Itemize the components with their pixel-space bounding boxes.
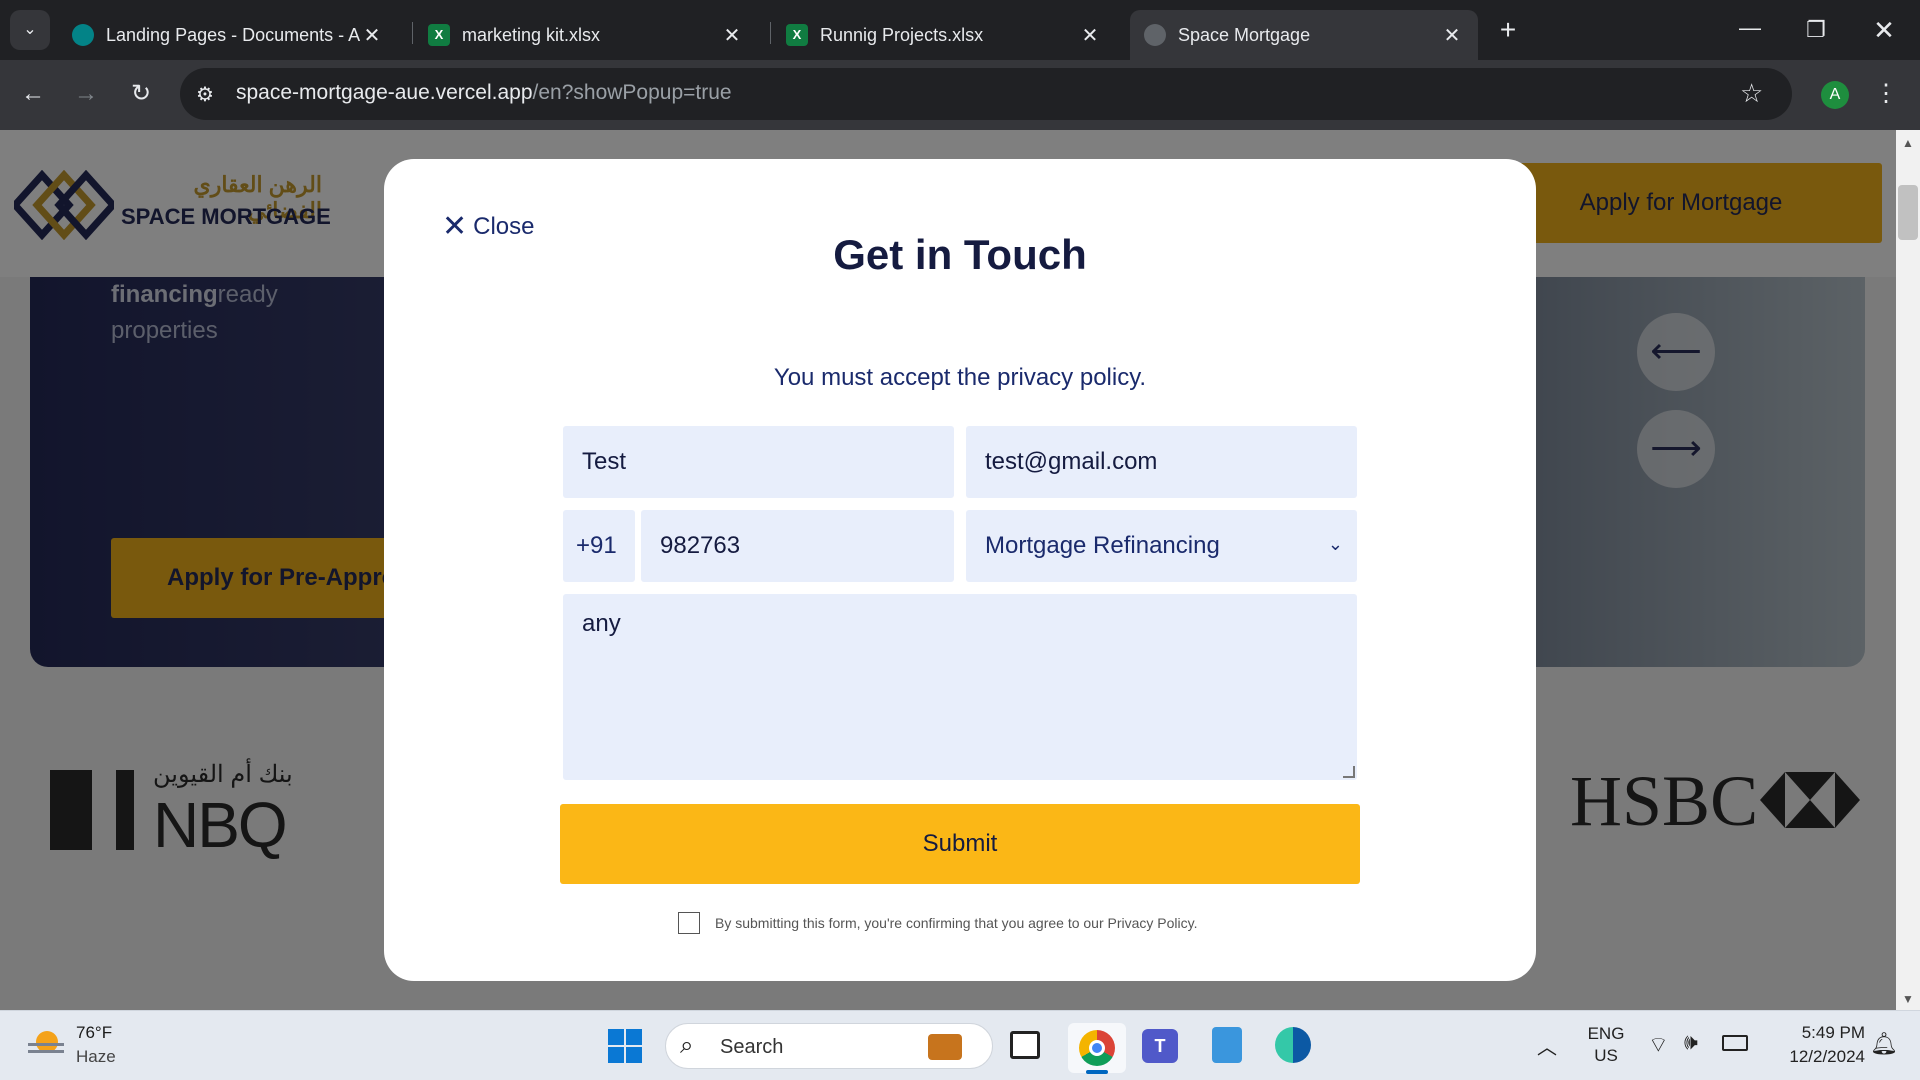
tab-strip: ⌄ Landing Pages - Documents - A ✕ X mark…: [0, 0, 1920, 60]
privacy-consent: By submitting this form, you're confirmi…: [678, 912, 1198, 934]
teams-icon[interactable]: T: [1142, 1029, 1178, 1063]
email-input[interactable]: test@gmail.com: [966, 426, 1357, 498]
taskbar-search-box[interactable]: ⌕ Search: [665, 1023, 993, 1069]
excel-icon: X: [428, 24, 450, 46]
chevron-down-icon: ⌄: [1327, 534, 1343, 554]
privacy-consent-label: By submitting this form, you're confirmi…: [715, 915, 1198, 931]
tab-space-mortgage[interactable]: Space Mortgage ✕: [1130, 10, 1478, 60]
wifi-icon[interactable]: ⌔: [1648, 1031, 1669, 1059]
minimize-window-icon[interactable]: —: [1730, 10, 1770, 50]
site-info-icon[interactable]: ⚙: [196, 82, 214, 107]
bookmark-star-icon[interactable]: ☆: [1740, 78, 1763, 109]
clock[interactable]: 5:49 PM 12/2/2024: [1765, 1021, 1865, 1069]
show-hidden-icons-chevron-icon[interactable]: ︿: [1537, 1031, 1557, 1060]
volume-icon[interactable]: 🕪: [1684, 1029, 1698, 1055]
chrome-icon[interactable]: [1068, 1023, 1126, 1074]
weather-haze-icon: [28, 1031, 64, 1059]
reload-icon[interactable]: ↻: [121, 74, 161, 114]
scroll-up-arrow-icon[interactable]: ▲: [1902, 136, 1914, 150]
resize-handle-icon[interactable]: [1343, 766, 1355, 778]
new-tab-button[interactable]: +: [1490, 12, 1526, 48]
notepad-icon[interactable]: [1212, 1027, 1242, 1063]
browser-menu-icon[interactable]: ⋮: [1866, 74, 1906, 114]
scroll-down-arrow-icon[interactable]: ▼: [1902, 992, 1914, 1006]
close-tab-icon[interactable]: ✕: [1440, 23, 1464, 48]
phone-input[interactable]: 982763: [641, 510, 954, 582]
search-icon: ⌕: [680, 1032, 694, 1059]
sharepoint-icon: [72, 24, 94, 46]
weather-widget[interactable]: 76°F Haze: [24, 1021, 154, 1071]
notification-bell-icon[interactable]: 🔔︎: [1870, 1031, 1898, 1057]
name-input[interactable]: Test: [563, 426, 954, 498]
modal-title: Get in Touch: [833, 231, 1087, 278]
url-text[interactable]: space-mortgage-aue.vercel.app/en?showPop…: [236, 81, 732, 105]
close-tab-icon[interactable]: ✕: [360, 23, 384, 48]
address-bar[interactable]: ⚙ space-mortgage-aue.vercel.app/en?showP…: [180, 68, 1792, 120]
start-windows-icon[interactable]: [608, 1029, 642, 1063]
windows-taskbar: 76°F Haze ⌕ Search T ︿ ENG US ⌔ 🕪 5:49 P…: [0, 1010, 1920, 1080]
message-textarea[interactable]: any: [563, 594, 1357, 780]
tab-search-button[interactable]: ⌄: [10, 10, 50, 50]
scrollbar-thumb[interactable]: [1898, 185, 1918, 240]
country-code-select[interactable]: +91: [563, 510, 635, 582]
service-select[interactable]: Mortgage Refinancing ⌄: [966, 510, 1357, 582]
tab-separator: [412, 22, 413, 44]
briefcase-icon: [928, 1034, 962, 1060]
excel-icon: X: [786, 24, 808, 46]
submit-button[interactable]: Submit: [560, 804, 1360, 884]
back-arrow-icon[interactable]: ←: [13, 74, 53, 114]
task-view-icon[interactable]: [1010, 1031, 1040, 1059]
browser-toolbar: ← → ↻ ⚙ space-mortgage-aue.vercel.app/en…: [0, 60, 1920, 130]
close-tab-icon[interactable]: ✕: [1078, 23, 1102, 48]
tab-landing-pages[interactable]: Landing Pages - Documents - A ✕: [58, 10, 398, 60]
privacy-consent-checkbox[interactable]: [678, 912, 700, 934]
close-window-icon[interactable]: ✕: [1864, 10, 1904, 50]
language-indicator[interactable]: ENG US: [1585, 1023, 1627, 1067]
page-viewport: الرهن العقاري الفضائي SPACE MORTGAGE App…: [0, 130, 1896, 1010]
privacy-error-message: You must accept the privacy policy.: [773, 364, 1147, 391]
tab-marketing-kit[interactable]: X marketing kit.xlsx ✕: [414, 10, 758, 60]
page-scrollbar[interactable]: ▲ ▼: [1896, 130, 1920, 1010]
close-tab-icon[interactable]: ✕: [720, 23, 744, 48]
tab-running-projects[interactable]: X Runnig Projects.xlsx ✕: [772, 10, 1116, 60]
tab-separator: [770, 22, 771, 44]
globe-icon: [1144, 24, 1166, 46]
get-in-touch-modal: ✕ Close Get in Touch You must accept the…: [384, 159, 1536, 981]
profile-avatar[interactable]: A: [1821, 81, 1849, 109]
battery-icon[interactable]: [1722, 1035, 1748, 1051]
forward-arrow-icon[interactable]: →: [66, 74, 106, 114]
edge-icon[interactable]: [1275, 1027, 1311, 1063]
restore-window-icon[interactable]: ❐: [1796, 10, 1836, 50]
